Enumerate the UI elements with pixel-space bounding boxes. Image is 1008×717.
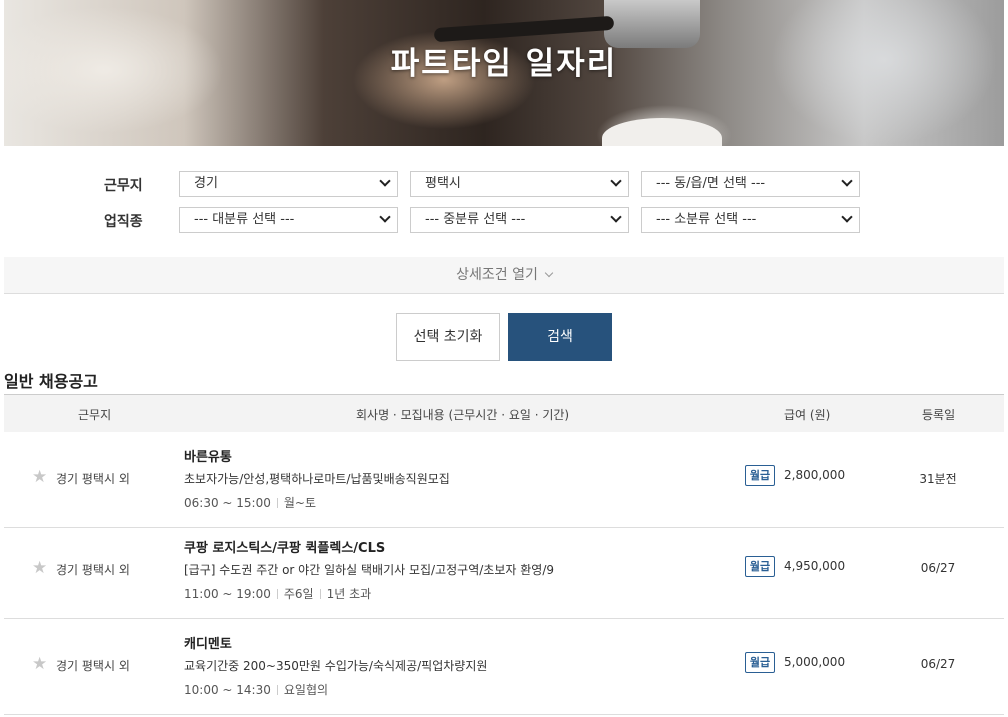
job-middle-select-value: --- 중분류 선택 --- [425,212,526,227]
chevron-down-icon [610,175,622,187]
row-meta: 10:00 ~ 14:30 요일협의 [184,681,328,698]
town-select-value: --- 동/읍/면 선택 --- [656,176,766,191]
separator [276,498,278,508]
page-title: 파트타임 일자리 [390,46,618,82]
city-select-value: 평택시 [425,176,461,191]
job-minor-select-value: --- 소분류 선택 --- [656,212,757,227]
table-row[interactable]: ★ 경기 평택시 외 바른유통 초보자가능/안성,평택하나로마트/납품및배송직원… [4,432,1004,528]
row-amount: 5,000,000 [784,655,846,669]
table-row[interactable]: ★ 경기 평택시 외 캐디멘토 교육기간중 200~350만원 수입가능/숙식제… [4,619,1004,715]
job-minor-select[interactable]: --- 소분류 선택 --- [641,207,860,233]
row-location: 경기 평택시 외 [56,472,130,486]
row-company[interactable]: 캐디멘토 [184,633,232,652]
star-icon[interactable]: ★ [32,560,47,577]
coffee-cup-image [602,118,722,146]
location-label: 근무지 [104,178,143,194]
chevron-down-icon [610,211,622,223]
row-description[interactable]: 초보자가능/안성,평택하나로마트/납품및배송직원모집 [184,470,450,487]
header-company: 회사명 · 모집내용 (근무시간 · 요일 · 기간) [356,408,570,422]
row-date: 06/27 [920,657,956,671]
chevron-down-icon [841,211,853,223]
star-icon[interactable]: ★ [32,469,47,486]
chevron-down-icon [841,175,853,187]
chevron-down-icon [544,268,554,278]
row-days: 주6일 [283,587,314,601]
row-days: 요일협의 [283,683,329,697]
separator [319,589,321,599]
row-date: 06/27 [920,561,956,575]
row-location: 경기 평택시 외 [56,563,130,577]
table-row[interactable]: ★ 경기 평택시 외 쿠팡 로지스틱스/쿠팡 퀵플렉스/CLS [급구] 수도권… [4,523,1004,619]
row-amount: 4,950,000 [784,559,846,573]
header-pay: 급여 (원) [784,408,831,422]
province-select-value: 경기 [194,176,218,191]
job-major-select[interactable]: --- 대분류 선택 --- [179,207,398,233]
separator [276,685,278,695]
row-days: 월~토 [283,496,316,510]
header-date: 등록일 [922,408,956,422]
row-time: 10:00 ~ 14:30 [184,683,271,697]
row-company[interactable]: 쿠팡 로지스틱스/쿠팡 퀵플렉스/CLS [184,537,385,556]
star-icon[interactable]: ★ [32,656,47,673]
search-button[interactable]: 검색 [508,313,612,361]
reset-button[interactable]: 선택 초기화 [396,313,500,361]
header-location: 근무지 [78,408,112,422]
row-description[interactable]: [급구] 수도권 주간 or 야간 일하실 택배기사 모집/고정구역/초보자 환… [184,561,554,578]
chevron-down-icon [379,175,391,187]
table-header: 근무지 회사명 · 모집내용 (근무시간 · 요일 · 기간) 급여 (원) 등… [4,394,1004,432]
row-amount: 2,800,000 [784,468,846,482]
detail-options-label: 상세조건 열기 [456,267,538,283]
hero-banner: 파트타임 일자리 [4,0,1004,146]
row-date: 31분전 [919,472,957,486]
row-meta: 11:00 ~ 19:00 주6일 1년 초과 [184,585,371,602]
pay-type-badge: 월급 [745,556,775,577]
job-major-select-value: --- 대분류 선택 --- [194,212,295,227]
row-time: 06:30 ~ 15:00 [184,496,271,510]
row-time: 11:00 ~ 19:00 [184,587,271,601]
job-category-label: 업직종 [104,214,143,230]
row-meta: 06:30 ~ 15:00 월~토 [184,494,316,511]
row-period: 1년 초과 [326,587,372,601]
city-select[interactable]: 평택시 [410,171,629,197]
chevron-down-icon [379,211,391,223]
town-select[interactable]: --- 동/읍/면 선택 --- [641,171,860,197]
section-title: 일반 채용공고 [4,372,98,391]
pay-type-badge: 월급 [745,652,775,673]
pay-type-badge: 월급 [745,465,775,486]
separator [276,589,278,599]
row-company[interactable]: 바른유통 [184,446,232,465]
province-select[interactable]: 경기 [179,171,398,197]
detail-options-toggle[interactable]: 상세조건 열기 [4,257,1004,294]
job-middle-select[interactable]: --- 중분류 선택 --- [410,207,629,233]
row-location: 경기 평택시 외 [56,659,130,673]
row-description[interactable]: 교육기간중 200~350만원 수입가능/숙식제공/픽업차량지원 [184,657,487,674]
